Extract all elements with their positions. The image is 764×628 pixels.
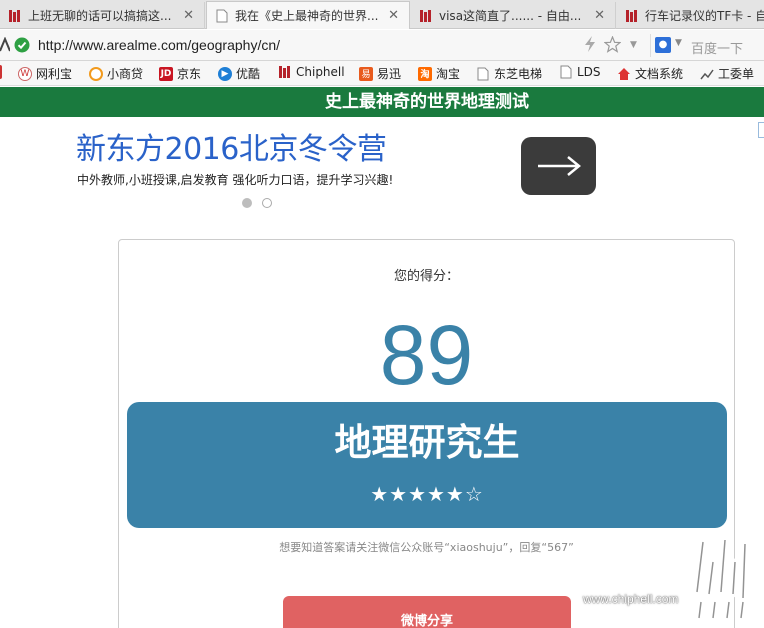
chevron-down-icon[interactable]: ▼: [675, 38, 682, 48]
address-bar: http://www.arealme.com/geography/cn/ ▼ ●…: [0, 30, 764, 61]
tab-strip: 上班无聊的话可以搞搞这... ✕ 我在《史上最神奇的世界... ✕ visa这简…: [0, 0, 764, 29]
star-icon[interactable]: [603, 35, 622, 57]
ad-title-link[interactable]: 新东方2016北京冬令营: [76, 124, 387, 168]
youku-icon: ▶: [218, 66, 232, 81]
bookmark-wanglibao[interactable]: W 网利宝: [18, 65, 72, 82]
bookmark-lds[interactable]: LDS: [559, 65, 601, 79]
chiphell-icon: [8, 9, 22, 23]
tab-title: 我在《史上最神奇的世界...: [235, 9, 379, 23]
close-icon[interactable]: ✕: [183, 8, 194, 23]
carousel-dot[interactable]: [262, 198, 272, 208]
arrow-right-icon: [537, 156, 581, 176]
baidu-paw-icon[interactable]: ●: [655, 37, 671, 53]
url-input[interactable]: http://www.arealme.com/geography/cn/: [38, 37, 280, 53]
score-label: 您的得分：: [393, 269, 459, 284]
search-input[interactable]: 百度一下: [691, 38, 743, 57]
chiphell-watermark-logo: [693, 536, 749, 622]
search-box[interactable]: ● ▼ 百度一下: [650, 34, 764, 57]
bookmark-icon: [0, 65, 2, 79]
tab-3[interactable]: visa这简直了...... - 自由... ✕: [411, 2, 616, 29]
home-icon: [617, 67, 631, 81]
ad-info-icon[interactable]: [758, 122, 764, 138]
bookmark-label: 网利宝: [36, 67, 73, 81]
carousel-dot-active[interactable]: [242, 198, 252, 208]
page-content: 史上最神奇的世界地理测试 新东方2016北京冬令营 中外教师,小班授课,启发教育…: [0, 87, 764, 628]
bookmark-docs[interactable]: 文档系统: [617, 65, 683, 82]
wanglibao-icon: W: [18, 66, 32, 81]
ad-next-button[interactable]: [521, 137, 596, 195]
weibo-share-button[interactable]: 微博分享: [283, 596, 571, 628]
xiaoshangdai-icon: [89, 66, 103, 81]
bookmark-gongwei[interactable]: 工委单: [700, 65, 754, 82]
tab-title: 行车记录仪的TF卡 - 自由: [645, 9, 764, 23]
tab-1[interactable]: 上班无聊的话可以搞搞这... ✕: [0, 2, 205, 29]
jd-icon: JD: [159, 66, 173, 81]
banner-title: 史上最神奇的世界地理测试: [325, 92, 529, 112]
page-icon: [215, 9, 229, 23]
bookmark-label: 优酷: [236, 67, 261, 81]
site-banner: 史上最神奇的世界地理测试: [0, 87, 764, 117]
bookmark-label: 东芝电梯: [494, 67, 543, 81]
page-icon: [476, 67, 490, 81]
yixun-icon: 易: [359, 66, 373, 81]
bookmark-label: 小商贷: [107, 67, 144, 81]
tab-4[interactable]: 行车记录仪的TF卡 - 自由: [617, 2, 764, 29]
bookmark-taobao[interactable]: 淘 淘宝: [418, 65, 460, 82]
chiphell-icon: [625, 9, 639, 23]
ad-subtitle[interactable]: 中外教师,小班授课,启发教育 强化听力口语，提升学习兴趣!: [77, 171, 393, 188]
chiphell-icon: [278, 65, 292, 79]
bookmark-toshiba[interactable]: 东芝电梯: [476, 65, 542, 82]
star-rating: ★★★★★☆: [370, 482, 484, 506]
close-icon[interactable]: ✕: [594, 8, 605, 23]
bookmark-label: 文档系统: [635, 67, 684, 81]
page-icon: [559, 65, 573, 79]
bookmark-label: 淘宝: [436, 67, 461, 81]
bookmark-label: Chiphell: [296, 65, 345, 79]
watermark-text: www.chiphell.com: [583, 592, 679, 606]
close-icon[interactable]: ✕: [388, 8, 399, 23]
tab-2-active[interactable]: 我在《史上最神奇的世界... ✕: [206, 1, 410, 29]
lightning-icon[interactable]: [584, 36, 596, 56]
bookmark-partial[interactable]: [0, 65, 6, 79]
bookmark-xiaoshangdai[interactable]: 小商贷: [89, 65, 143, 82]
rank-title: 地理研究生: [334, 421, 520, 464]
bookmark-chiphell[interactable]: Chiphell: [278, 65, 345, 79]
bookmark-label: 易迅: [377, 67, 402, 81]
bookmark-youku[interactable]: ▶ 优酷: [218, 65, 260, 82]
bookmark-jd[interactable]: JD 京东: [159, 65, 201, 82]
rank-panel: 地理研究生 ★★★★★☆: [127, 402, 727, 528]
bookmarks-bar: W 网利宝 小商贷 JD 京东 ▶ 优酷 Chiphell 易 易迅 淘 淘宝 …: [0, 61, 764, 86]
score-value: 89: [379, 308, 474, 402]
bookmark-label: LDS: [577, 65, 601, 79]
bookmark-label: 工委单: [718, 67, 755, 81]
tab-title: visa这简直了...... - 自由...: [439, 9, 582, 23]
tab-title: 上班无聊的话可以搞搞这...: [28, 9, 172, 23]
bookmark-label: 京东: [177, 67, 202, 81]
back-icon[interactable]: [0, 36, 11, 53]
taobao-icon: 淘: [418, 66, 432, 81]
bookmark-yixun[interactable]: 易 易迅: [359, 65, 401, 82]
chart-icon: [700, 67, 714, 81]
chiphell-icon: [419, 9, 433, 23]
chevron-down-icon[interactable]: ▼: [630, 40, 637, 50]
secure-shield-icon: [14, 37, 30, 53]
